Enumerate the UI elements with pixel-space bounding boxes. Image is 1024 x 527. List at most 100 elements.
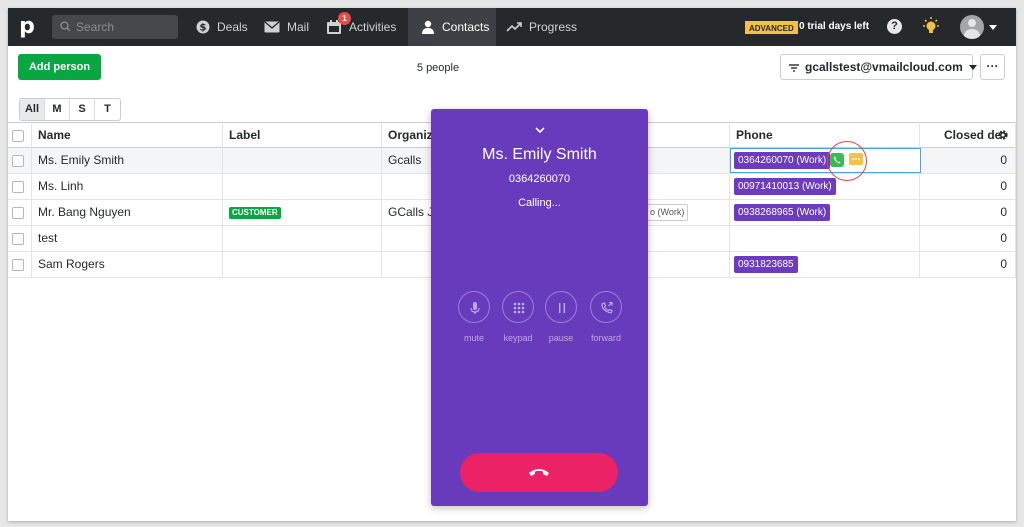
phone-cell[interactable]: 0938268965 (Work) (730, 200, 920, 226)
contact-label (223, 148, 382, 174)
nav-activities-label: Activities (349, 20, 397, 34)
nav-contacts-label: Contacts (442, 20, 490, 34)
closed-deals-count: 0 (920, 148, 1016, 174)
tab-t[interactable]: T (95, 99, 120, 120)
nav-mail-label: Mail (287, 20, 310, 34)
contact-label (223, 174, 382, 200)
select-all-cell (8, 122, 32, 148)
hang-up-button[interactable] (460, 453, 618, 492)
closed-deals-count: 0 (920, 226, 1016, 252)
row-checkbox-cell (8, 252, 32, 278)
contact-name[interactable]: test (32, 226, 223, 252)
mute-label: mute (463, 333, 484, 343)
nav-mail[interactable]: Mail (264, 8, 320, 46)
contact-name[interactable]: Ms. Linh (32, 174, 223, 200)
search-placeholder: Search (76, 20, 115, 34)
people-count: 5 people (416, 62, 460, 74)
nav-progress[interactable]: Progress (506, 8, 586, 46)
alphabet-filter-tabs: All M S T (19, 98, 121, 121)
phone-number-tag[interactable]: 0938268965 (Work) (734, 204, 831, 222)
pause-button[interactable] (545, 291, 577, 323)
search-input[interactable]: Search (52, 15, 178, 39)
gear-icon[interactable] (997, 129, 1009, 141)
pipedrive-logo[interactable]: p (14, 14, 40, 40)
row-checkbox-cell (8, 148, 32, 174)
column-header-phone[interactable]: Phone (730, 122, 920, 148)
row-checkbox-cell (8, 200, 32, 226)
svg-text:$: $ (200, 23, 207, 34)
caller-name: Ms. Emily Smith (482, 146, 597, 163)
nav-deals-label: Deals (217, 20, 248, 34)
hang-up-icon (529, 469, 549, 476)
add-person-button[interactable]: Add person (18, 54, 101, 80)
pause-icon (559, 303, 565, 313)
row-checkbox-cell (8, 174, 32, 200)
call-status: Calling... (518, 197, 561, 209)
tab-all[interactable]: All (20, 99, 45, 120)
person-icon (422, 20, 434, 34)
mic-icon (470, 302, 480, 314)
nav-deals[interactable]: $ Deals (196, 8, 258, 46)
phone-forward-icon (601, 301, 613, 314)
phone-cell[interactable]: 0931823685 (730, 252, 920, 278)
keypad-icon (513, 302, 525, 314)
phone-number-tag[interactable]: 00971410013 (Work) (734, 178, 836, 196)
forward-label: forward (590, 333, 621, 343)
tab-s[interactable]: S (70, 99, 95, 120)
top-navigation-bar: p Search $ Deals Mail 1 Activities Conta… (8, 8, 1016, 46)
phone-cell-editing[interactable]: 0364260070 (Work) (730, 148, 921, 173)
chevron-down-icon (968, 65, 977, 71)
keypad-button[interactable] (502, 291, 534, 323)
customer-label-badge[interactable]: CUSTOMER (229, 206, 281, 219)
more-options-button[interactable]: ··· (980, 54, 1005, 80)
row-checkbox[interactable] (12, 155, 24, 167)
row-checkbox[interactable] (12, 259, 24, 271)
phone-number-tag-partial[interactable]: o (Work) (646, 204, 688, 221)
owner-filter-dropdown[interactable]: gcallstest@vmailcloud.com (780, 54, 977, 80)
app-window: p Search $ Deals Mail 1 Activities Conta… (8, 8, 1016, 521)
call-dialer-panel: Ms. Emily Smith 0364260070 Calling... mu… (431, 109, 648, 506)
phone-cell[interactable] (730, 226, 920, 252)
pause-label: pause (548, 333, 574, 343)
contact-label-cell: CUSTOMER (223, 200, 382, 226)
caller-number: 0364260070 (508, 173, 571, 185)
phone-number-tag[interactable]: 0364260070 (Work) (734, 152, 831, 169)
closed-deals-count: 0 (920, 174, 1016, 200)
select-all-checkbox[interactable] (12, 130, 24, 142)
mute-button[interactable] (458, 291, 490, 323)
row-checkbox[interactable] (12, 207, 24, 219)
nav-progress-label: Progress (529, 20, 578, 34)
row-checkbox[interactable] (12, 181, 24, 193)
help-icon[interactable]: ? (887, 19, 902, 34)
nav-contacts[interactable]: Contacts (408, 8, 496, 46)
nav-activities[interactable]: 1 Activities (326, 8, 408, 46)
chevron-down-icon[interactable] (989, 25, 997, 30)
contact-name[interactable]: Sam Rogers (32, 252, 223, 278)
filter-icon (789, 64, 799, 72)
user-avatar[interactable] (960, 15, 984, 39)
column-header-name[interactable]: Name (32, 122, 223, 148)
mail-icon (264, 21, 280, 33)
closed-deals-count: 0 (920, 200, 1016, 226)
contact-label (223, 252, 382, 278)
phone-cell[interactable]: 00971410013 (Work) (730, 174, 920, 200)
contact-name[interactable]: Ms. Emily Smith (32, 148, 223, 174)
contact-name[interactable]: Mr. Bang Nguyen (32, 200, 223, 226)
forward-button[interactable] (590, 291, 622, 323)
trend-icon (506, 22, 522, 32)
lightbulb-icon[interactable] (920, 16, 942, 38)
highlight-annotation-circle (827, 141, 867, 181)
chevron-down-icon[interactable] (535, 127, 545, 133)
contact-label (223, 226, 382, 252)
phone-number-tag[interactable]: 0931823685 (734, 256, 798, 274)
activities-count-badge: 1 (338, 12, 351, 25)
owner-filter-label: gcallstest@vmailcloud.com (805, 60, 963, 74)
tab-m[interactable]: M (45, 99, 70, 120)
search-icon (60, 21, 71, 32)
row-checkbox[interactable] (12, 233, 24, 245)
trial-days-text[interactable]: 0 trial days left (799, 8, 869, 46)
plan-badge[interactable]: ADVANCED (745, 21, 798, 34)
dollar-circle-icon: $ (196, 20, 210, 34)
column-header-label[interactable]: Label (223, 122, 382, 148)
closed-deals-count: 0 (920, 252, 1016, 278)
